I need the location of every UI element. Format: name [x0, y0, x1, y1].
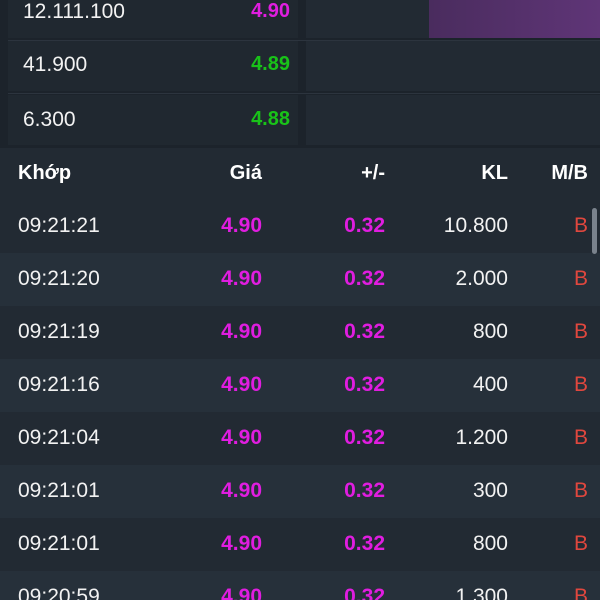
order-book-row[interactable]: 6.300 4.88 — [8, 95, 600, 145]
table-row[interactable]: 09:21:01 4.90 0.32 800 B — [0, 518, 600, 571]
cell-price: 4.90 — [221, 320, 262, 343]
table-row[interactable]: 09:21:20 4.90 0.32 2.000 B — [0, 253, 600, 306]
cell-time: 09:21:01 — [18, 532, 100, 555]
order-book-price: 4.88 — [251, 108, 290, 130]
cell-side: B — [573, 214, 588, 237]
order-book-row[interactable]: 41.900 4.89 — [8, 41, 600, 91]
order-book: 12.111.100 4.90 41.900 4.89 6.300 4.88 — [0, 0, 600, 148]
cell-time: 09:21:21 — [18, 214, 100, 237]
cell-change: 0.32 — [344, 532, 385, 555]
cell-price: 4.90 — [221, 267, 262, 290]
order-book-price-cell — [306, 41, 600, 91]
cell-volume: 800 — [472, 532, 508, 555]
cell-time: 09:21:16 — [18, 373, 100, 396]
table-header: Khớp Giá +/- KL M/B — [0, 148, 600, 200]
cell-price: 4.90 — [221, 585, 262, 600]
order-book-volume: 41.900 — [23, 53, 88, 76]
cell-change: 0.32 — [344, 479, 385, 502]
cell-side: B — [573, 267, 588, 290]
cell-volume: 1.200 — [455, 426, 508, 449]
cell-price: 4.90 — [221, 426, 262, 449]
stock-trading-panel: 12.111.100 4.90 41.900 4.89 6.300 4.88 K… — [0, 0, 600, 600]
cell-price: 4.90 — [221, 532, 262, 555]
order-book-price: 4.90 — [251, 0, 290, 22]
cell-time: 09:20:59 — [18, 585, 100, 600]
table-row[interactable]: 09:21:21 4.90 0.32 10.800 B — [0, 200, 600, 253]
cell-time: 09:21:20 — [18, 267, 100, 290]
cell-side: B — [573, 585, 588, 600]
cell-price: 4.90 — [221, 479, 262, 502]
cell-change: 0.32 — [344, 214, 385, 237]
table-body: 09:21:21 4.90 0.32 10.800 B 09:21:20 4.9… — [0, 200, 600, 600]
vertical-scrollbar[interactable] — [592, 208, 597, 254]
divider — [8, 93, 600, 94]
order-book-volume: 6.300 — [23, 108, 76, 131]
cell-time: 09:21:01 — [18, 479, 100, 502]
header-price[interactable]: Giá — [230, 162, 262, 185]
cell-side: B — [573, 479, 588, 502]
header-time[interactable]: Khớp — [18, 162, 71, 185]
cell-time: 09:21:04 — [18, 426, 100, 449]
cell-volume: 1.300 — [455, 585, 508, 600]
header-volume[interactable]: KL — [481, 162, 508, 185]
cell-change: 0.32 — [344, 373, 385, 396]
cell-side: B — [573, 320, 588, 343]
order-book-row[interactable]: 12.111.100 4.90 — [8, 0, 600, 38]
cell-side: B — [573, 426, 588, 449]
volume-highlight-bar — [429, 0, 600, 38]
cell-volume: 2.000 — [455, 267, 508, 290]
cell-side: B — [573, 373, 588, 396]
cell-change: 0.32 — [344, 320, 385, 343]
order-book-price: 4.89 — [251, 53, 290, 75]
cell-time: 09:21:19 — [18, 320, 100, 343]
header-side[interactable]: M/B — [551, 162, 588, 185]
cell-change: 0.32 — [344, 426, 385, 449]
cell-price: 4.90 — [221, 373, 262, 396]
header-change[interactable]: +/- — [361, 162, 385, 185]
match-history-table: Khớp Giá +/- KL M/B 09:21:21 4.90 0.32 1… — [0, 148, 600, 600]
cell-volume: 400 — [472, 373, 508, 396]
table-row[interactable]: 09:21:04 4.90 0.32 1.200 B — [0, 412, 600, 465]
cell-price: 4.90 — [221, 214, 262, 237]
table-row[interactable]: 09:21:01 4.90 0.32 300 B — [0, 465, 600, 518]
table-row[interactable]: 09:21:16 4.90 0.32 400 B — [0, 359, 600, 412]
cell-change: 0.32 — [344, 585, 385, 600]
order-book-price-cell — [306, 95, 600, 145]
cell-change: 0.32 — [344, 267, 385, 290]
order-book-price-cell — [306, 0, 600, 38]
cell-volume: 10.800 — [443, 214, 508, 237]
cell-side: B — [573, 532, 588, 555]
table-row[interactable]: 09:20:59 4.90 0.32 1.300 B — [0, 571, 600, 600]
order-book-volume: 12.111.100 — [23, 0, 125, 23]
table-row[interactable]: 09:21:19 4.90 0.32 800 B — [0, 306, 600, 359]
cell-volume: 800 — [472, 320, 508, 343]
cell-volume: 300 — [472, 479, 508, 502]
